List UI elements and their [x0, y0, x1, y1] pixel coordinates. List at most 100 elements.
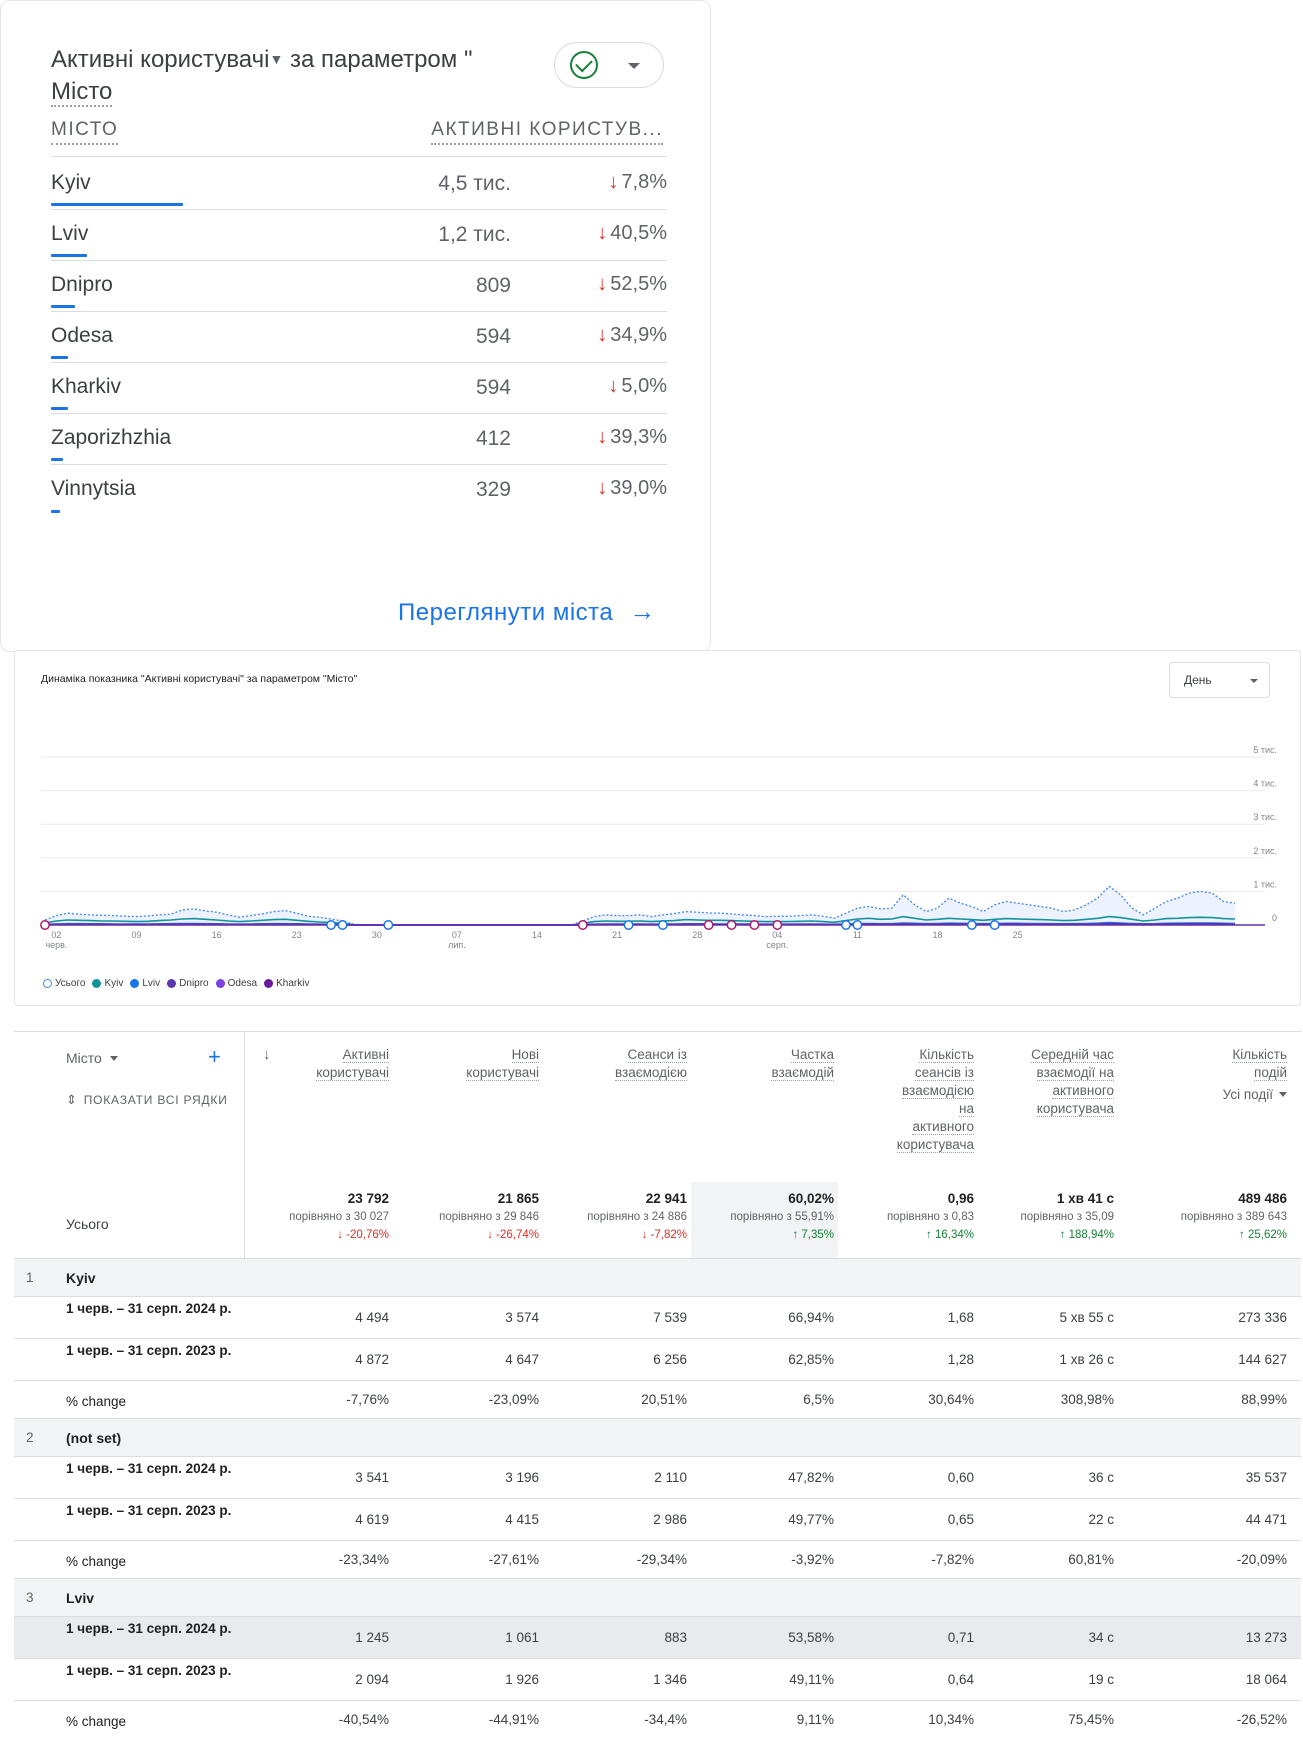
group-row[interactable]: 2 (not set) — [14, 1418, 1301, 1456]
date-range-row[interactable]: 1 черв. – 31 серп. 2024 р. 3 541 3 196 2 11… — [14, 1456, 1301, 1498]
change-value: ↓ 39,0% — [597, 477, 667, 499]
total-compare: порівняно з 35,09 — [1020, 1211, 1114, 1223]
total-label: Усього — [66, 1216, 109, 1232]
annotation-marker[interactable] — [383, 920, 394, 930]
annotation-marker[interactable] — [337, 920, 348, 930]
active-users-value: 1,2 тис. — [438, 223, 511, 246]
show-all-rows-button[interactable]: ⇕ ПОКАЗАТИ ВСІ РЯДКИ — [66, 1092, 228, 1108]
annotation-marker[interactable] — [623, 920, 634, 930]
x-tick-label: 18 — [932, 930, 942, 940]
metric-selector[interactable]: Активні користувачі▼ — [51, 46, 283, 73]
cell-value: 4 647 — [505, 1352, 539, 1367]
dimension-name: Місто — [51, 78, 113, 107]
x-tick-month-label: лип. — [448, 940, 466, 950]
granularity-value: День — [1184, 673, 1212, 687]
x-tick-label: 21 — [612, 930, 622, 940]
dimension-selector[interactable]: Місто — [66, 1050, 118, 1066]
city-row[interactable]: Zaporizhzhia 412 ↓ 39,3% — [51, 413, 667, 465]
x-tick-label: 07 — [452, 930, 462, 940]
cell-value: -40,54% — [338, 1712, 389, 1727]
legend-item[interactable]: Kharkiv — [264, 978, 309, 989]
total-value: 22 941 — [645, 1191, 687, 1206]
col-engagement-rate[interactable]: Частка взаємодій — [754, 1046, 834, 1082]
total-cell: 489 486 порівняно з 389 643 ↑ 25,62% — [1137, 1190, 1287, 1244]
group-row[interactable]: 3 Lviv — [14, 1578, 1301, 1616]
cell-value: 66,94% — [788, 1310, 834, 1325]
total-cell: 0,96 порівняно з 0,83 ↑ 16,34% — [824, 1190, 974, 1244]
y-tick-label: 1 тис. — [1253, 879, 1277, 889]
x-tick-label: 14 — [532, 930, 542, 940]
date-range-row[interactable]: 1 черв. – 31 серп. 2023 р. 4 619 4 415 2 98… — [14, 1498, 1301, 1540]
col-avg-engagement-time[interactable]: Середній час взаємодії на активного кори… — [1019, 1046, 1114, 1118]
row-label: % change — [66, 1394, 127, 1409]
cell-value: 13 273 — [1245, 1630, 1287, 1645]
date-range-row[interactable]: 1 черв. – 31 серп. 2023 р. 2 094 1 926 1 34… — [14, 1658, 1301, 1700]
cell-value: 36 с — [1088, 1470, 1114, 1485]
date-range-row[interactable]: 1 черв. – 31 серп. 2024 р. 4 494 3 574 7 53… — [14, 1296, 1301, 1338]
legend-item[interactable]: Kyiv — [92, 978, 123, 989]
share-bar — [51, 305, 75, 308]
view-cities-link[interactable]: Переглянути міста → — [398, 596, 656, 627]
annotation-marker[interactable] — [577, 920, 588, 930]
city-row[interactable]: Vinnytsia 329 ↓ 39,0% — [51, 464, 667, 516]
city-name: Vinnytsia — [51, 477, 136, 500]
title-text: за параметром " — [283, 46, 473, 73]
legend-item[interactable]: Усього — [43, 978, 85, 989]
x-tick-month-label: серп. — [766, 940, 788, 950]
date-range-row[interactable]: 1 черв. – 31 серп. 2023 р. 4 872 4 647 6 25… — [14, 1338, 1301, 1380]
col-active-users[interactable]: Активні користувачі — [299, 1046, 389, 1082]
group-row[interactable]: 1 Kyiv — [14, 1258, 1301, 1296]
line-chart[interactable]: 0 1 тис. 2 тис. 3 тис. 4 тис. 5 тис. 02черв. 09… — [15, 701, 1302, 971]
check-circle-icon — [570, 51, 598, 79]
city-row[interactable]: Kyiv 4,5 тис. ↓ 7,8% — [51, 158, 667, 210]
add-dimension-icon[interactable]: + — [208, 1044, 221, 1070]
cell-value: 2 110 — [654, 1470, 687, 1485]
events-filter[interactable]: Усі події — [1212, 1086, 1287, 1104]
caret-down-icon: ▼ — [269, 51, 284, 67]
cell-value: 0,65 — [947, 1512, 974, 1527]
legend-label: Lviv — [142, 978, 161, 989]
legend-item[interactable]: Odesa — [215, 978, 257, 989]
annotation-marker[interactable] — [726, 920, 737, 930]
annotation-marker[interactable] — [703, 920, 714, 930]
cell-value: 44 471 — [1245, 1512, 1287, 1527]
cell-value: -27,61% — [488, 1552, 539, 1567]
city-row[interactable]: Odesa 594 ↓ 34,9% — [51, 311, 667, 363]
arrow-down-icon: ↓ — [597, 477, 608, 499]
share-bar — [51, 254, 87, 257]
percent-change-row[interactable]: % change -23,34% -27,61% -29,34% -3,92% -7,82… — [14, 1540, 1301, 1578]
row-index: 3 — [26, 1590, 34, 1605]
x-tick-month-label: черв. — [45, 940, 67, 950]
col-new-users[interactable]: Нові користувачі — [449, 1046, 539, 1082]
legend-item[interactable]: Dnipro — [167, 978, 209, 989]
date-range-row[interactable]: 1 черв. – 31 серп. 2024 р. 1 245 1 061 883 5… — [14, 1616, 1301, 1658]
annotation-marker[interactable] — [772, 920, 783, 930]
cell-value: 5 хв 55 с — [1059, 1310, 1114, 1325]
legend-item[interactable]: Lviv — [130, 978, 160, 989]
legend-dot-icon — [264, 979, 274, 988]
city-row[interactable]: Lviv 1,2 тис. ↓ 40,5% — [51, 209, 667, 261]
col-engaged-sessions-per-user[interactable]: Кількість сеансів із взаємодією на актив… — [894, 1046, 974, 1154]
col-event-count[interactable]: Кількість подій Усі події — [1212, 1046, 1287, 1104]
annotation-marker[interactable] — [841, 920, 851, 930]
annotation-marker[interactable] — [966, 920, 977, 930]
x-tick-label: 23 — [292, 930, 302, 940]
active-users-value: 809 — [475, 274, 511, 297]
annotation-marker[interactable] — [852, 920, 863, 930]
annotation-marker[interactable] — [40, 920, 50, 930]
col-engaged-sessions[interactable]: Сеанси із взаємодією — [592, 1046, 687, 1082]
annotation-marker[interactable] — [326, 920, 337, 930]
total-cell: 1 хв 41 с порівняно з 35,09 ↑ 188,94% — [964, 1190, 1114, 1244]
sort-desc-icon[interactable]: ↓ — [263, 1046, 271, 1063]
granularity-select[interactable]: День — [1169, 662, 1270, 698]
annotation-marker[interactable] — [657, 920, 668, 930]
percent-change-row[interactable]: % change -7,76% -23,09% 20,51% 6,5% 30,64% 308… — [14, 1380, 1301, 1418]
percent-change-row[interactable]: % change -40,54% -44,91% -34,4% 9,11% 10,34% 7… — [14, 1700, 1301, 1737]
comparison-selector[interactable] — [554, 42, 664, 88]
legend-dot-icon — [92, 979, 102, 988]
row-label: 1 черв. – 31 серп. 2023 р. — [66, 1663, 232, 1678]
annotation-marker[interactable] — [749, 920, 760, 930]
annotation-marker[interactable] — [989, 920, 1000, 930]
city-row[interactable]: Dnipro 809 ↓ 52,5% — [51, 260, 667, 312]
city-row[interactable]: Kharkiv 594 ↓ 5,0% — [51, 362, 667, 414]
